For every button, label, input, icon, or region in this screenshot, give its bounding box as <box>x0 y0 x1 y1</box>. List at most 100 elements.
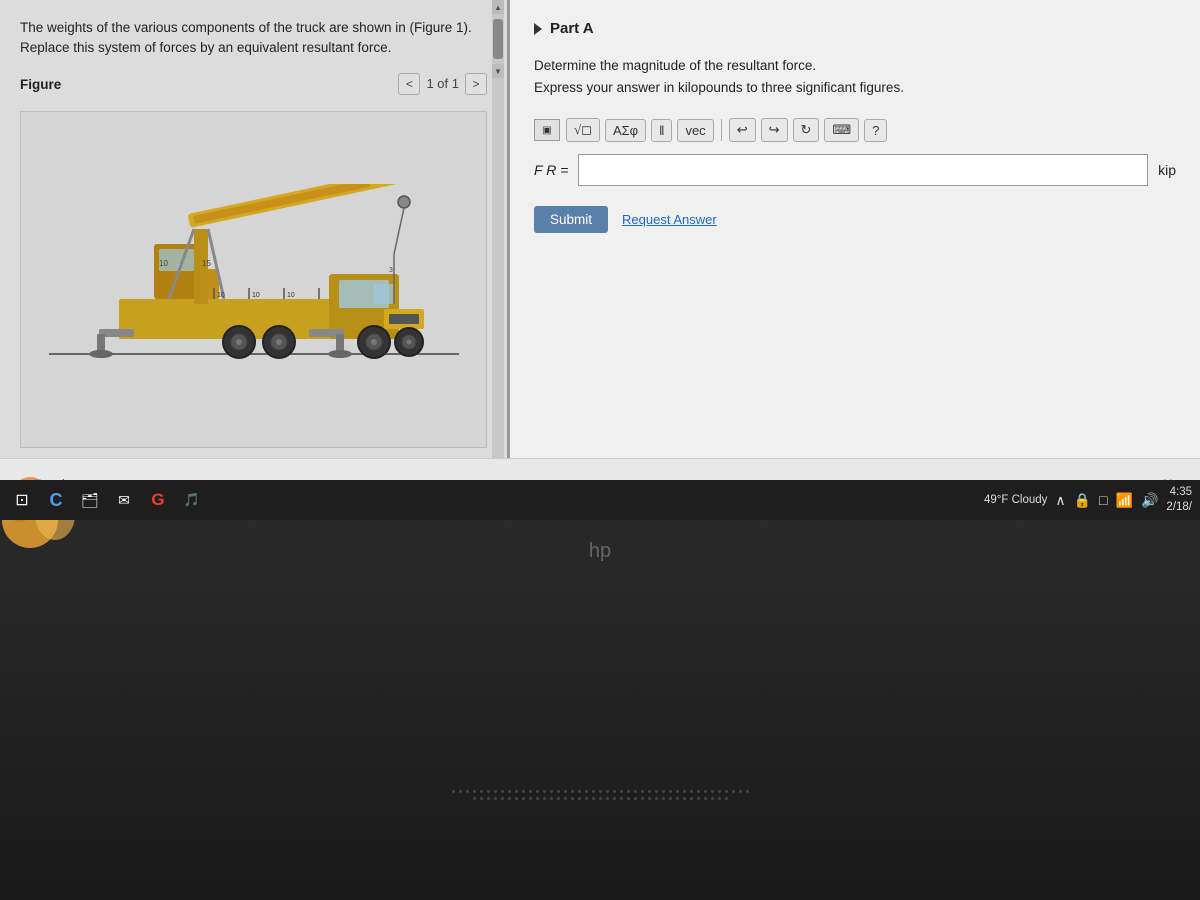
lock-icon[interactable]: 🔒 <box>1074 492 1091 509</box>
vec-btn[interactable]: vec <box>677 119 713 142</box>
left-scrollbar[interactable]: ▲ ▼ <box>492 0 504 458</box>
speaker-dot <box>487 790 490 793</box>
speaker-dot <box>571 790 574 793</box>
speaker-dot <box>711 790 714 793</box>
submit-button[interactable]: Submit <box>534 206 608 233</box>
taskbar-icon-windows[interactable]: ⊡ <box>8 486 36 514</box>
figure-prev-btn[interactable]: < <box>398 73 420 95</box>
vec-label: vec <box>685 123 705 138</box>
time-date: 4:35 2/18/ <box>1166 485 1192 515</box>
question-text: Determine the magnitude of the resultant… <box>534 55 1176 98</box>
speaker-dot <box>557 797 560 800</box>
answer-input[interactable] <box>578 154 1148 186</box>
speaker-dot <box>676 797 679 800</box>
system-tray-icon[interactable]: ∧ <box>1055 492 1065 509</box>
svg-text:3: 3 <box>389 267 393 274</box>
svg-text:10: 10 <box>159 259 168 268</box>
problem-text: The weights of the various components of… <box>20 18 487 59</box>
alpha-btn[interactable]: AΣφ <box>605 119 646 142</box>
speaker-dot <box>739 790 742 793</box>
speaker-dot <box>697 790 700 793</box>
speaker-dot <box>648 790 651 793</box>
request-answer-button[interactable]: Request Answer <box>622 212 717 227</box>
keyboard-btn[interactable]: ⌨ <box>824 118 859 142</box>
parallel-btn[interactable]: ‖ <box>651 119 672 142</box>
weather-text: 49°F Cloudy <box>984 494 1047 506</box>
parallel-icon: ‖ <box>659 123 664 138</box>
speaker-dot <box>725 797 728 800</box>
speaker-dot <box>550 790 553 793</box>
input-row: F R = kip <box>534 154 1176 186</box>
redo-icon: ↪ <box>769 122 780 138</box>
speaker-dot <box>543 790 546 793</box>
speaker-dot <box>578 797 581 800</box>
taskbar-icon-google[interactable]: G <box>144 486 172 514</box>
alpha-icon: AΣφ <box>613 123 638 138</box>
speaker-dot <box>655 797 658 800</box>
undo-btn[interactable]: ↩ <box>729 118 756 142</box>
redo-btn[interactable]: ↪ <box>761 118 788 142</box>
truck-illustration: 10 10 10 10 15 3 <box>20 111 487 449</box>
hp-logo: hp <box>589 540 611 563</box>
figure-next-btn[interactable]: > <box>465 73 487 95</box>
display-icon[interactable]: □ <box>1099 492 1107 508</box>
refresh-icon: ↻ <box>801 122 812 138</box>
content-area: The weights of the various components of… <box>0 0 1200 458</box>
speaker-dot <box>683 797 686 800</box>
scroll-thumb[interactable] <box>493 19 503 59</box>
sqrt-btn[interactable]: √◻ <box>566 118 600 142</box>
speaker-dot <box>634 790 637 793</box>
speaker-dot <box>564 797 567 800</box>
speaker-dot <box>515 797 518 800</box>
speaker-dot <box>641 790 644 793</box>
speaker-dot <box>508 790 511 793</box>
figure-nav: < 1 of 1 > <box>398 73 487 95</box>
speaker-dot <box>648 797 651 800</box>
speaker-dot <box>718 797 721 800</box>
speaker-dot <box>536 790 539 793</box>
speaker-dot <box>529 797 532 800</box>
fr-label: F R = <box>534 162 568 178</box>
taskbar-icon-edge[interactable]: C <box>42 486 70 514</box>
speaker-dot <box>543 797 546 800</box>
speaker-dot <box>599 790 602 793</box>
speaker-dot <box>536 797 539 800</box>
part-header: Part A <box>534 20 1176 37</box>
speaker-dot <box>669 797 672 800</box>
speaker-dot <box>592 797 595 800</box>
laptop-body: hp // Render speaker dots <box>0 510 1200 900</box>
sqrt-icon: √◻ <box>574 122 592 138</box>
speaker-dot <box>592 790 595 793</box>
speaker-dot <box>725 790 728 793</box>
checkbox-icon[interactable]: ▣ <box>534 119 560 141</box>
left-panel: The weights of the various components of… <box>0 0 510 458</box>
collapse-triangle-icon[interactable] <box>534 23 542 35</box>
question-line1: Determine the magnitude of the resultant… <box>534 55 1176 77</box>
taskbar-icon-mail[interactable]: ✉ <box>110 486 138 514</box>
speaker-dot <box>662 797 665 800</box>
time-display: 4:35 <box>1170 485 1192 500</box>
unit-label: kip <box>1158 162 1176 178</box>
volume-icon[interactable]: 🔊 <box>1141 492 1158 509</box>
taskbar-icon-files[interactable]: 🗂 <box>76 486 104 514</box>
speaker-dot <box>683 790 686 793</box>
speaker-dot <box>487 797 490 800</box>
speaker-dot <box>606 797 609 800</box>
svg-text:10: 10 <box>217 292 225 299</box>
refresh-btn[interactable]: ↻ <box>793 118 820 142</box>
taskbar-icon-music[interactable]: 🎵 <box>178 486 206 514</box>
speaker-dot <box>508 797 511 800</box>
taskbar-right: 49°F Cloudy ∧ 🔒 □ 📶 🔊 4:35 2/18/ <box>984 485 1192 515</box>
speaker-dot <box>480 790 483 793</box>
date-display: 2/18/ <box>1166 500 1192 515</box>
network-icon[interactable]: 📶 <box>1116 492 1133 509</box>
figure-label: Figure <box>20 77 61 92</box>
speaker-dot <box>459 790 462 793</box>
speaker-dot <box>641 797 644 800</box>
speaker-dot <box>480 797 483 800</box>
scroll-down-btn[interactable]: ▼ <box>492 64 504 78</box>
screen: The weights of the various components of… <box>0 0 1200 510</box>
speaker-dot <box>655 790 658 793</box>
help-btn[interactable]: ? <box>864 119 887 142</box>
scroll-up-btn[interactable]: ▲ <box>492 0 504 14</box>
